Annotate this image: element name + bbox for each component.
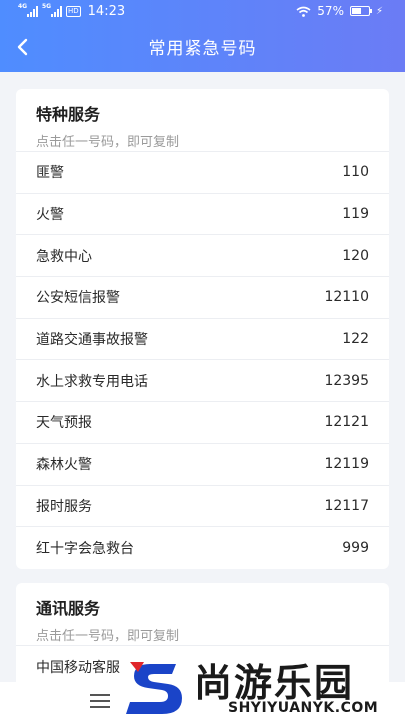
service-number: 999 (342, 540, 369, 557)
service-number: 12121 (324, 414, 369, 431)
status-bar: 4G 5G HD 14:23 57% ⚡ (0, 0, 405, 24)
service-name: 红十字会急救台 (36, 541, 134, 558)
section-title: 通讯服务 (36, 599, 101, 618)
service-name: 道路交通事故报警 (36, 332, 148, 349)
service-name: 水上求救专用电话 (36, 373, 148, 390)
number-row[interactable]: 急救中心 120 (16, 235, 389, 278)
service-number: 12117 (324, 497, 369, 514)
service-number: 12110 (324, 289, 369, 306)
service-name: 火警 (36, 207, 64, 224)
watermark-text: 尚游乐园 (194, 661, 355, 705)
service-name: 森林火警 (36, 457, 92, 474)
network-type-label: 4G (18, 3, 28, 10)
service-name: 公安短信报警 (36, 290, 120, 307)
network-type-label-2: 5G (42, 3, 52, 10)
number-row[interactable]: 匪警 110 (16, 152, 389, 194)
service-name: 中国移动客服 (36, 659, 120, 676)
app-header: 4G 5G HD 14:23 57% ⚡ 常用紧急号码 (0, 0, 405, 72)
service-number: 12119 (324, 456, 369, 473)
service-number: 120 (342, 247, 369, 264)
number-row[interactable]: 火警 119 (16, 194, 389, 236)
hd-badge: HD (66, 6, 81, 17)
number-row[interactable]: 红十字会急救台 999 (16, 527, 389, 569)
number-row[interactable]: 水上求救专用电话 12395 (16, 360, 389, 403)
section-card-special-services: 特种服务 点击任一号码，即可复制 匪警 110 火警 119 急救中心 120 公安短… (16, 89, 389, 569)
battery-icon (349, 6, 372, 16)
service-number: 119 (342, 206, 369, 223)
number-row[interactable]: 报时服务 12117 (16, 486, 389, 528)
number-row[interactable]: 森林火警 12119 (16, 444, 389, 486)
service-number: 110 (342, 164, 369, 181)
page-title: 常用紧急号码 (148, 39, 257, 59)
service-number: 122 (342, 331, 369, 348)
battery-percent: 57% (317, 4, 344, 18)
watermark: 尚游乐园 SHYIYUANYK.COM (122, 652, 405, 720)
wifi-icon (296, 6, 311, 17)
status-time: 14:23 (87, 4, 126, 19)
section-header: 特种服务 点击任一号码，即可复制 (16, 89, 389, 152)
number-row[interactable]: 天气预报 12121 (16, 402, 389, 444)
service-name: 报时服务 (36, 498, 92, 515)
section-title: 特种服务 (36, 105, 101, 124)
service-number: 12395 (324, 372, 369, 389)
number-row[interactable]: 公安短信报警 12110 (16, 277, 389, 319)
signal-icon-2: 5G (42, 3, 62, 17)
menu-icon[interactable] (90, 694, 110, 708)
section-hint: 点击任一号码，即可复制 (36, 629, 180, 644)
service-name: 急救中心 (36, 248, 92, 265)
signal-icon: 4G (18, 3, 38, 17)
number-row[interactable]: 道路交通事故报警 122 (16, 319, 389, 361)
watermark-url: SHYIYUANYK.COM (228, 700, 379, 716)
service-name: 匪警 (36, 165, 64, 182)
service-name: 天气预报 (36, 415, 92, 432)
watermark-logo (126, 662, 182, 714)
section-header: 通讯服务 点击任一号码，即可复制 (16, 583, 389, 646)
charging-icon: ⚡ (375, 5, 383, 17)
section-hint: 点击任一号码，即可复制 (36, 135, 180, 150)
